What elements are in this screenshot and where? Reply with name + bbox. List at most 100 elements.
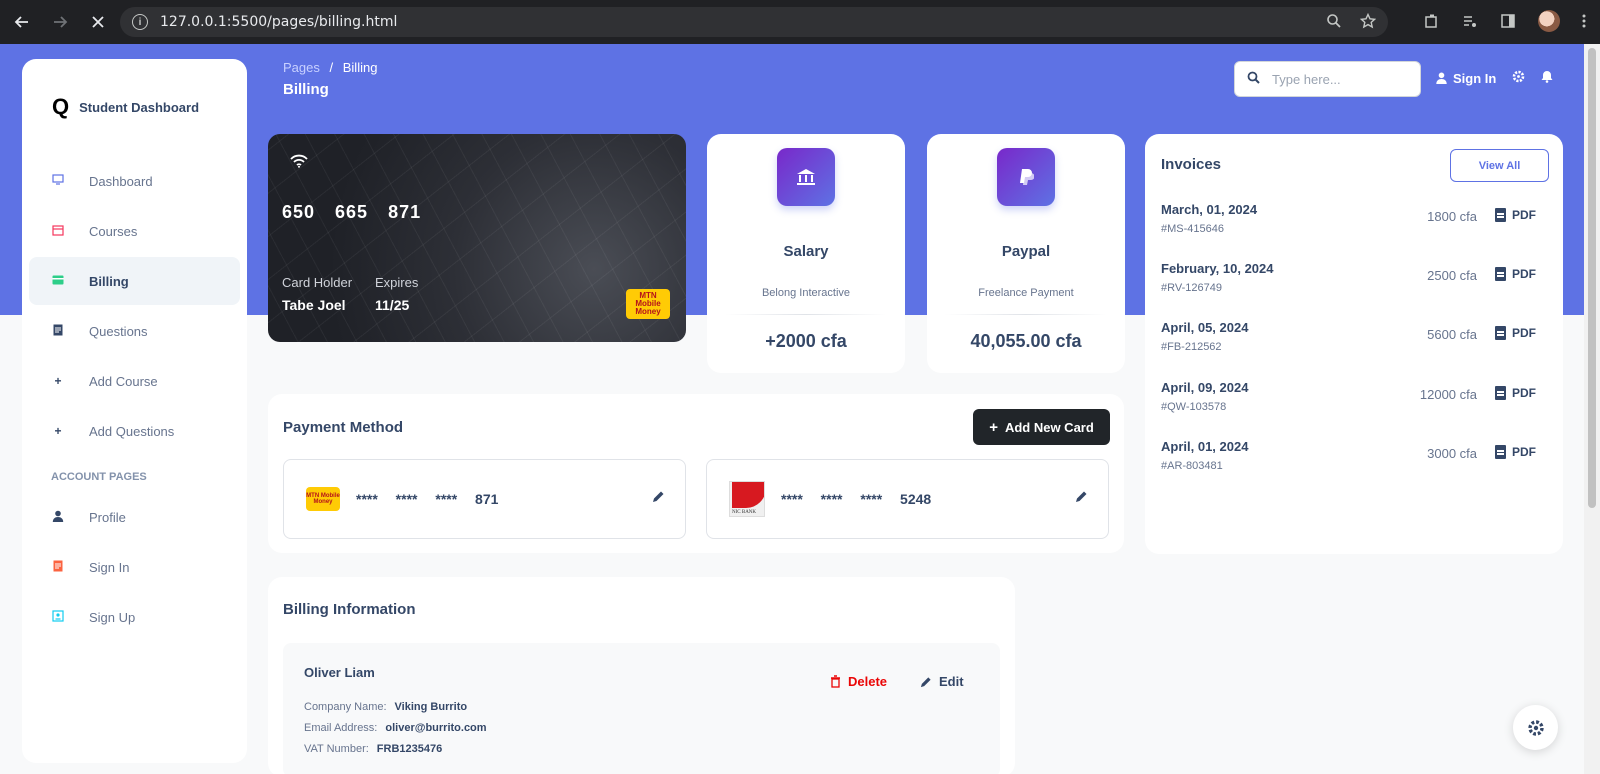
paypal-icon — [997, 148, 1055, 206]
sidebar-item-profile[interactable]: Profile — [29, 493, 240, 541]
bookmark-star-icon[interactable] — [1360, 13, 1376, 29]
breadcrumb: Pages / Billing — [283, 60, 377, 75]
divider — [945, 314, 1107, 315]
invoice-amount: 12000 cfa — [1419, 387, 1477, 402]
pdf-label: PDF — [1512, 208, 1536, 222]
salary-card: Salary Belong Interactive +2000 cfa — [707, 134, 905, 373]
site-info-icon[interactable]: i — [132, 14, 148, 30]
payment-method-card: Payment Method + Add New Card MTN Mobile… — [268, 394, 1124, 553]
view-all-button[interactable]: View All — [1450, 149, 1549, 182]
invoice-code: #QW-103578 — [1161, 401, 1227, 413]
card-expires-value: 11/25 — [375, 297, 410, 313]
stat-subtitle: Freelance Payment — [978, 287, 1074, 299]
scrollbar-thumb[interactable] — [1588, 48, 1596, 508]
invoice-row: April, 01, 2024 #AR-803481 3000 cfa PDF — [1161, 439, 1549, 489]
brand-name: Student Dashboard — [79, 99, 200, 115]
email-line: Email Address: oliver@burrito.com — [304, 722, 487, 734]
browser-menu-icon[interactable] — [1582, 13, 1586, 29]
sign-in-label: Sign In — [1453, 70, 1497, 86]
invoice-date: March, 01, 2024 — [1161, 202, 1258, 217]
edit-button[interactable]: Edit — [920, 674, 964, 689]
sidebar-item-label: Courses — [89, 223, 138, 239]
configurator-gear-button[interactable] — [1513, 705, 1558, 750]
back-icon[interactable] — [6, 6, 38, 38]
settings-gear-icon[interactable] — [1512, 70, 1525, 86]
invoice-code: #MS-415646 — [1161, 223, 1224, 235]
zoom-icon[interactable] — [1326, 13, 1342, 29]
invoice-code: #FB-212562 — [1161, 341, 1222, 353]
edit-pencil-icon[interactable] — [652, 490, 665, 506]
invoice-amount: 5600 cfa — [1427, 327, 1477, 342]
sidebar-item-sign-in[interactable]: Sign In — [29, 543, 240, 591]
sidebar-item-dashboard[interactable]: Dashboard — [29, 157, 240, 205]
address-bar[interactable]: i 127.0.0.1:5500/pages/billing.html — [120, 7, 1388, 37]
pdf-label: PDF — [1512, 267, 1536, 281]
bank-icon — [777, 148, 835, 206]
sidebar-item-add-course[interactable]: + Add Course — [29, 357, 240, 405]
search-input[interactable] — [1272, 71, 1412, 87]
invoice-date: April, 09, 2024 — [1161, 380, 1249, 395]
sidebar-item-questions[interactable]: Questions — [29, 307, 240, 355]
breadcrumb-parent[interactable]: Pages — [283, 60, 320, 75]
plus-icon: + — [989, 418, 998, 436]
edit-pencil-icon[interactable] — [1075, 490, 1088, 506]
stop-loading-icon[interactable] — [82, 6, 114, 38]
invoice-pdf-button[interactable]: PDF — [1495, 445, 1536, 459]
sidebar-item-billing[interactable]: Billing — [29, 257, 240, 305]
nic-bank-logo: NIC BANK — [729, 481, 765, 517]
sidebar-item-label: Profile — [89, 509, 126, 525]
card-expires-label: Expires — [375, 275, 419, 290]
sidebar-menu: Dashboard Courses Billing Questions + Ad… — [22, 157, 247, 641]
page-scrollbar[interactable] — [1584, 44, 1600, 774]
invoice-pdf-button[interactable]: PDF — [1495, 208, 1536, 222]
sidebar-item-label: Billing — [89, 273, 129, 289]
card-number: 650 665 871 — [282, 202, 422, 222]
invoice-row: April, 05, 2024 #FB-212562 5600 cfa PDF — [1161, 320, 1549, 370]
sidebar-item-sign-up[interactable]: Sign Up — [29, 593, 240, 641]
brand-logo-icon: Q — [52, 94, 70, 119]
mtn-mobile-money-logo: MTN Mobile Money — [626, 289, 670, 319]
billing-name: Oliver Liam — [304, 665, 375, 680]
edit-label: Edit — [939, 674, 964, 689]
search-box[interactable] — [1234, 61, 1421, 97]
profile-avatar[interactable] — [1538, 10, 1560, 32]
invoice-amount: 2500 cfa — [1427, 268, 1477, 283]
forward-icon[interactable] — [44, 6, 76, 38]
monitor-icon — [51, 174, 65, 188]
plus-icon: + — [54, 374, 62, 388]
url-text: 127.0.0.1:5500/pages/billing.html — [160, 14, 398, 30]
billing-information-title: Billing Information — [283, 601, 416, 618]
sign-in-link[interactable]: Sign In — [1436, 71, 1496, 86]
side-panel-icon[interactable] — [1500, 13, 1516, 29]
credit-card-icon — [51, 274, 65, 288]
add-new-card-button[interactable]: + Add New Card — [973, 409, 1110, 445]
sidebar-item-courses[interactable]: Courses — [29, 207, 240, 255]
payment-method-title: Payment Method — [283, 419, 404, 436]
gear-icon — [1527, 719, 1544, 736]
stat-amount: 40,055.00 cfa — [970, 331, 1082, 351]
sidebar-item-label: Sign In — [89, 559, 130, 575]
pdf-label: PDF — [1512, 326, 1536, 340]
sidebar-item-add-questions[interactable]: + Add Questions — [29, 407, 240, 455]
page-title: Billing — [283, 81, 329, 98]
sidebar: Q Student Dashboard Dashboard Courses Bi… — [22, 59, 247, 763]
media-controls-icon[interactable] — [1462, 13, 1478, 29]
sidebar-item-label: Questions — [89, 323, 148, 339]
top-nav: Sign In — [1436, 70, 1553, 86]
plus-icon: + — [54, 424, 62, 438]
billing-information-card: Billing Information Oliver Liam Company … — [268, 577, 1015, 774]
add-new-card-label: Add New Card — [1004, 419, 1094, 435]
invoice-amount: 1800 cfa — [1427, 209, 1477, 224]
invoice-pdf-button[interactable]: PDF — [1495, 326, 1536, 340]
notification-bell-icon[interactable] — [1541, 70, 1553, 86]
user-icon — [51, 510, 65, 525]
payment-card-nic: NIC BANK **** **** **** 5248 — [706, 459, 1109, 539]
invoice-pdf-button[interactable]: PDF — [1495, 386, 1536, 400]
delete-button[interactable]: Delete — [830, 674, 887, 689]
pdf-file-icon — [1495, 267, 1506, 281]
sidebar-brand[interactable]: Q Student Dashboard — [22, 59, 247, 129]
extensions-icon[interactable] — [1424, 13, 1440, 29]
stat-amount: +2000 cfa — [765, 331, 847, 351]
browser-toolbar: i 127.0.0.1:5500/pages/billing.html — [0, 0, 1600, 44]
invoice-pdf-button[interactable]: PDF — [1495, 267, 1536, 281]
